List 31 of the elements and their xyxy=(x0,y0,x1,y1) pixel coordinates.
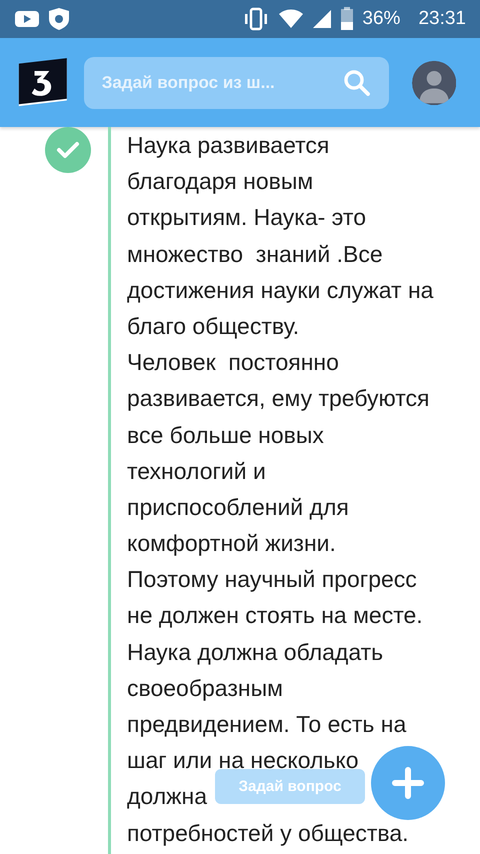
answer-line: открытиям. Наука- это xyxy=(127,203,366,232)
video-app-icon xyxy=(14,10,40,28)
wifi-icon xyxy=(278,9,304,29)
answer-line: Наука должна обладать xyxy=(127,638,384,667)
answer-line: Человек постоянно xyxy=(127,348,339,378)
clock: 23:31 xyxy=(418,8,466,30)
answer-line: все больше новых xyxy=(127,420,324,450)
battery-icon xyxy=(340,7,354,31)
answer-line: Наука развивается xyxy=(127,131,330,160)
answer-line: технологий и xyxy=(127,456,266,486)
plus-icon xyxy=(392,767,424,799)
answer-line: должна xyxy=(127,782,208,812)
answer-line: предвидением. То есть на xyxy=(127,710,406,739)
answer-line: комфортной жизни. xyxy=(127,529,336,558)
shield-icon xyxy=(48,7,70,31)
answer-line: потребностей у общества. xyxy=(127,818,409,848)
answer-line: не должен стоять на месте. xyxy=(127,601,423,630)
signal-icon xyxy=(312,9,332,29)
answer-line: достижения науки служат на xyxy=(127,276,434,305)
answer-line: развивается, ему требуются xyxy=(127,384,430,414)
search-icon[interactable] xyxy=(342,68,371,96)
search-field[interactable]: Задай вопрос из ш... xyxy=(84,56,389,108)
avatar-icon[interactable] xyxy=(412,58,456,106)
ask-question-button[interactable]: Задай вопрос xyxy=(215,769,365,804)
answer-line: Поэтому научный прогресс xyxy=(127,565,417,594)
answer-line: множество знаний .Все xyxy=(127,240,383,269)
answer-line: приспособлений для xyxy=(127,492,349,522)
answer-line: благо обществу. xyxy=(127,312,300,341)
battery-level: 36% xyxy=(362,8,400,30)
answer-line: своеобразным xyxy=(127,674,283,703)
answer-line: благодаря новым xyxy=(127,167,314,196)
